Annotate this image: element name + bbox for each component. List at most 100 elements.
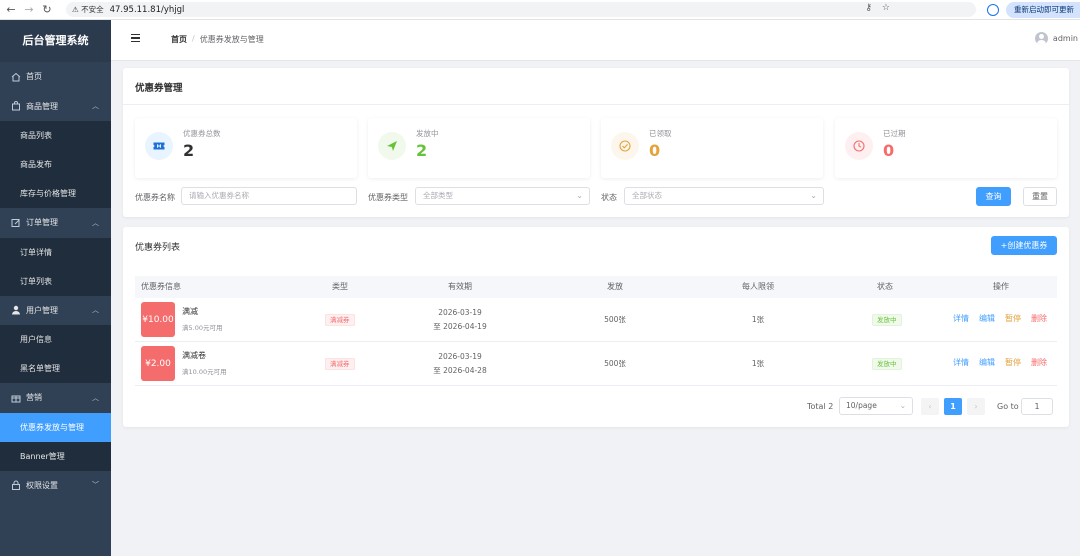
valid-end: 至 2026-04-28 bbox=[433, 366, 487, 375]
reset-button[interactable]: 重置 bbox=[1023, 187, 1057, 206]
page-title: 优惠券管理 bbox=[135, 83, 183, 94]
pagination-total: Total 2 bbox=[807, 402, 834, 411]
breadcrumb-home[interactable]: 首页 bbox=[171, 34, 187, 45]
insecure-label[interactable]: ⚠ 不安全 bbox=[72, 4, 104, 15]
url-text: 47.95.11.81/yhjgl bbox=[109, 4, 185, 15]
stat-value: 2 bbox=[183, 141, 195, 160]
check-circle-icon bbox=[611, 132, 639, 160]
chevron-down-icon: ⌄ bbox=[810, 191, 817, 200]
sidebar-item-order-list[interactable]: 订单列表 bbox=[0, 266, 111, 296]
coupon-name: 满减卷 bbox=[182, 351, 206, 360]
home-icon bbox=[10, 71, 21, 82]
breadcrumb-separator: / bbox=[192, 34, 195, 43]
breadcrumb-current: 优惠券发放与管理 bbox=[199, 35, 264, 44]
page-size-value: 10/page bbox=[846, 401, 877, 410]
stat-label: 发放中 bbox=[416, 129, 439, 138]
page-number-button[interactable]: 1 bbox=[944, 398, 962, 415]
avatar-icon[interactable] bbox=[1034, 32, 1048, 45]
address-bar[interactable]: ⚠ 不安全 47.95.11.81/yhjgl bbox=[66, 2, 976, 17]
sidebar: 后台管理系统 首页 商品管理 ︿ 商品列表 商品发布 库存与价格管理 订单管理 … bbox=[0, 20, 111, 556]
sidebar-item-blacklist[interactable]: 黑名单管理 bbox=[0, 354, 111, 383]
coupon-amount-badge: ¥10.00 bbox=[141, 302, 175, 337]
user-menu[interactable]: admin bbox=[1034, 32, 1078, 45]
sidebar-item-coupons[interactable]: 优惠券发放与管理 bbox=[0, 412, 111, 442]
stat-value: 0 bbox=[883, 141, 895, 160]
type-tag: 满减券 bbox=[325, 314, 355, 326]
valid-start: 2026-03-19 bbox=[438, 352, 482, 361]
search-button[interactable]: 查询 bbox=[976, 187, 1011, 206]
issued-count: 500张 bbox=[604, 359, 626, 368]
column-header: 发放 bbox=[607, 282, 623, 291]
coupon-condition: 满10.00元可用 bbox=[182, 368, 227, 376]
coupon-management-panel: 优惠券管理 优惠券总数 2 发放中 2 已领取 0 已过期 0 优惠券名称 请输… bbox=[123, 68, 1069, 217]
status-select[interactable]: 全部状态 ⌄ bbox=[624, 187, 824, 205]
chevron-down-icon: ⌄ bbox=[899, 401, 906, 410]
pause-link[interactable]: 暂停 bbox=[1005, 357, 1021, 368]
page-size-select[interactable]: 10/page ⌄ bbox=[839, 397, 913, 415]
reload-icon[interactable]: ↻ bbox=[40, 3, 54, 17]
forward-icon[interactable]: → bbox=[22, 3, 36, 17]
next-page-button[interactable]: › bbox=[967, 398, 985, 415]
edit-link[interactable]: 编辑 bbox=[979, 357, 995, 368]
issued-count: 500张 bbox=[604, 315, 626, 324]
username[interactable]: admin bbox=[1053, 34, 1078, 43]
create-coupon-button[interactable]: +创建优惠券 bbox=[991, 236, 1057, 255]
key-icon[interactable]: ⚷ bbox=[865, 3, 872, 13]
list-title: 优惠券列表 bbox=[135, 243, 181, 253]
pause-link[interactable]: 暂停 bbox=[1005, 313, 1021, 324]
browser-toolbar: ← → ↻ ⚠ 不安全 47.95.11.81/yhjgl ⚷ ☆ 重新启动即可… bbox=[0, 0, 1080, 20]
chevron-down-icon: ⌄ bbox=[576, 191, 583, 200]
update-button[interactable]: 重新启动即可更新 bbox=[1006, 2, 1080, 18]
coupon-type-select[interactable]: 全部类型 ⌄ bbox=[415, 187, 590, 205]
delete-link[interactable]: 删除 bbox=[1031, 357, 1047, 368]
detail-link[interactable]: 详情 bbox=[953, 357, 969, 368]
detail-link[interactable]: 详情 bbox=[953, 313, 969, 324]
chevron-down-icon: ﹀ bbox=[92, 481, 99, 490]
top-header: 首页 / 优惠券发放与管理 admin bbox=[111, 20, 1080, 61]
sidebar-item-permissions[interactable]: 权限设置 ﹀ bbox=[0, 471, 111, 501]
user-icon bbox=[10, 305, 21, 316]
sidebar-item-banner[interactable]: Banner管理 bbox=[0, 441, 111, 471]
stat-label: 已过期 bbox=[883, 129, 906, 138]
delete-link[interactable]: 删除 bbox=[1031, 313, 1047, 324]
row-actions: 详情 编辑 暂停 删除 bbox=[953, 313, 1047, 324]
menu-toggle-icon[interactable] bbox=[131, 34, 140, 43]
profile-icon[interactable] bbox=[987, 4, 999, 16]
edit-link[interactable]: 编辑 bbox=[979, 313, 995, 324]
sidebar-item-stock-price[interactable]: 库存与价格管理 bbox=[0, 179, 111, 208]
sidebar-item-order-detail[interactable]: 订单详情 bbox=[0, 237, 111, 267]
sidebar-item-products[interactable]: 商品管理 ︿ bbox=[0, 92, 111, 122]
stat-label: 优惠券总数 bbox=[183, 129, 221, 138]
prev-page-button[interactable]: ‹ bbox=[921, 398, 939, 415]
goto-page-input[interactable]: 1 bbox=[1021, 398, 1053, 415]
stat-value: 0 bbox=[649, 141, 661, 160]
back-icon[interactable]: ← bbox=[4, 3, 18, 17]
column-header: 状态 bbox=[877, 282, 893, 291]
sidebar-item-users[interactable]: 用户管理 ︿ bbox=[0, 296, 111, 326]
sidebar-item-product-publish[interactable]: 商品发布 bbox=[0, 150, 111, 179]
sidebar-item-orders[interactable]: 订单管理 ︿ bbox=[0, 208, 111, 238]
sidebar-item-marketing[interactable]: 营销 ︿ bbox=[0, 383, 111, 413]
coupon-amount-badge: ¥2.00 bbox=[141, 346, 175, 381]
valid-start: 2026-03-19 bbox=[438, 308, 482, 317]
type-tag: 满减券 bbox=[325, 358, 355, 370]
sidebar-item-home[interactable]: 首页 bbox=[0, 62, 111, 92]
stat-card-expired: 已过期 0 bbox=[835, 118, 1057, 178]
sidebar-item-user-info[interactable]: 用户信息 bbox=[0, 325, 111, 354]
star-icon[interactable]: ☆ bbox=[882, 3, 890, 13]
sidebar-item-label: 用户管理 bbox=[26, 305, 58, 315]
coupon-list-panel: 优惠券列表 +创建优惠券 优惠券信息 类型 有效期 发放 每人限领 状态 操作 … bbox=[123, 227, 1069, 427]
sidebar-item-label: 商品管理 bbox=[26, 101, 58, 111]
chevron-up-icon: ︿ bbox=[92, 218, 99, 227]
stat-card-claimed: 已领取 0 bbox=[601, 118, 823, 178]
coupon-name-input[interactable]: 请输入优惠券名称 bbox=[181, 187, 357, 205]
per-user-limit: 1张 bbox=[751, 359, 765, 368]
stat-value: 2 bbox=[416, 141, 428, 160]
column-header: 有效期 bbox=[448, 282, 472, 291]
valid-end: 至 2026-04-19 bbox=[433, 322, 487, 331]
filter-type-label: 优惠券类型 bbox=[368, 193, 408, 202]
table-row: ¥2.00 满减卷 满10.00元可用 满减券 2026-03-19 至 202… bbox=[135, 342, 1057, 386]
select-placeholder: 全部状态 bbox=[632, 191, 662, 200]
sidebar-item-product-list[interactable]: 商品列表 bbox=[0, 121, 111, 150]
bag-icon bbox=[10, 101, 21, 112]
